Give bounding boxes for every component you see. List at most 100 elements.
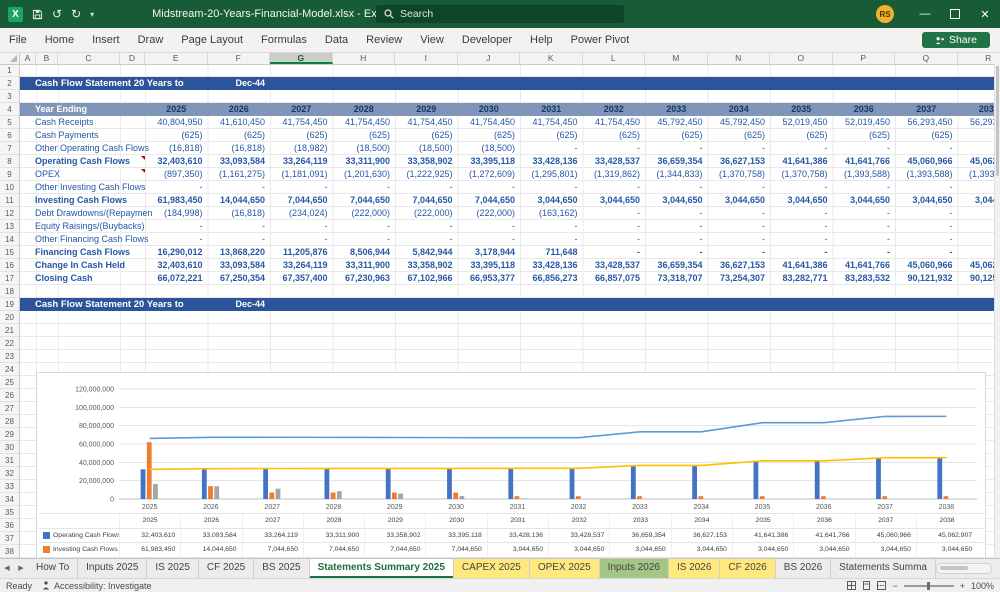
column-header-e[interactable]: E — [145, 52, 208, 64]
year-cell-2030[interactable]: 2030 — [458, 103, 521, 116]
cell[interactable]: - — [708, 233, 771, 246]
cell[interactable]: 41,641,386 — [770, 259, 833, 272]
cell[interactable]: 11,205,876 — [270, 246, 333, 259]
cell[interactable]: - — [208, 220, 271, 233]
cell[interactable]: 3,044,650 — [520, 194, 583, 207]
cell[interactable]: - — [708, 246, 771, 259]
cell[interactable]: - — [583, 220, 646, 233]
cell[interactable]: (1,393,588) — [833, 168, 896, 181]
row-header-36[interactable]: 36 — [0, 519, 19, 532]
cell[interactable]: 16,290,012 — [145, 246, 208, 259]
cell[interactable]: 3,044,650 — [583, 194, 646, 207]
ribbon-tab-data[interactable]: Data — [316, 29, 357, 52]
cell[interactable]: (625) — [708, 129, 771, 142]
cell[interactable]: 33,093,584 — [208, 259, 271, 272]
excel-app-icon[interactable]: X — [8, 6, 23, 22]
row-label[interactable]: Other Financing Cash Flows — [35, 233, 149, 246]
ribbon-tab-page-layout[interactable]: Page Layout — [172, 29, 252, 52]
cell[interactable]: 66,953,377 — [458, 272, 521, 285]
sheet-tab-cf-2025[interactable]: CF 2025 — [199, 559, 255, 578]
row-header-26[interactable]: 26 — [0, 389, 19, 402]
cell[interactable]: 90,121,932 — [895, 272, 958, 285]
cell[interactable]: - — [583, 181, 646, 194]
cell[interactable]: (1,201,630) — [333, 168, 396, 181]
cell[interactable]: 33,358,902 — [395, 155, 458, 168]
cell[interactable]: 33,395,118 — [458, 259, 521, 272]
cell[interactable]: - — [645, 246, 708, 259]
row-header-3[interactable]: 3 — [0, 90, 19, 103]
cell[interactable]: - — [583, 142, 646, 155]
cell[interactable]: 36,659,354 — [645, 155, 708, 168]
cell[interactable]: (222,000) — [395, 207, 458, 220]
row-header-28[interactable]: 28 — [0, 415, 19, 428]
row-header-31[interactable]: 31 — [0, 454, 19, 467]
cell[interactable]: (897,350) — [145, 168, 208, 181]
row-header-19[interactable]: 19 — [0, 298, 19, 311]
row-header-13[interactable]: 13 — [0, 220, 19, 233]
cell[interactable]: - — [270, 220, 333, 233]
row-label[interactable]: Investing Cash Flows — [35, 194, 127, 207]
cell[interactable]: 66,072,221 — [145, 272, 208, 285]
cell[interactable]: (1,181,091) — [270, 168, 333, 181]
cell[interactable]: (234,024) — [270, 207, 333, 220]
cell[interactable]: - — [895, 181, 958, 194]
row-header-32[interactable]: 32 — [0, 467, 19, 480]
zoom-in-icon[interactable]: + — [960, 581, 965, 591]
cell[interactable]: - — [645, 207, 708, 220]
cell[interactable]: 3,178,944 — [458, 246, 521, 259]
year-cell-2036[interactable]: 2036 — [833, 103, 896, 116]
row-header-8[interactable]: 8 — [0, 155, 19, 168]
cell[interactable]: (1,370,758) — [708, 168, 771, 181]
cell[interactable]: 41,754,450 — [333, 116, 396, 129]
ribbon-tab-draw[interactable]: Draw — [129, 29, 173, 52]
row-header-38[interactable]: 38 — [0, 545, 19, 558]
row-header-12[interactable]: 12 — [0, 207, 19, 220]
year-cell-2032[interactable]: 2032 — [583, 103, 646, 116]
cell[interactable]: (16,818) — [145, 142, 208, 155]
section-header-band-top[interactable]: Cash Flow Statement 20 Years to Dec-44 — [20, 77, 994, 90]
row-header-15[interactable]: 15 — [0, 246, 19, 259]
sheet-nav-right-icon[interactable]: ▶ — [14, 559, 28, 578]
cell[interactable]: 52,019,450 — [770, 116, 833, 129]
row-header-33[interactable]: 33 — [0, 480, 19, 493]
cell[interactable]: 14,044,650 — [208, 194, 271, 207]
cell[interactable]: 33,264,119 — [270, 155, 333, 168]
cell[interactable]: 33,428,136 — [520, 259, 583, 272]
cell[interactable]: - — [583, 207, 646, 220]
cell[interactable]: 56,293,450 — [895, 116, 958, 129]
cell[interactable]: 36,627,153 — [708, 155, 771, 168]
row-header-27[interactable]: 27 — [0, 402, 19, 415]
cell[interactable]: (222,000) — [458, 207, 521, 220]
cell[interactable]: (184,998) — [145, 207, 208, 220]
row-header-9[interactable]: 9 — [0, 168, 19, 181]
cell[interactable]: 41,754,450 — [270, 116, 333, 129]
cell[interactable]: - — [145, 220, 208, 233]
row-header-5[interactable]: 5 — [0, 116, 19, 129]
row-header-6[interactable]: 6 — [0, 129, 19, 142]
cell[interactable]: 45,792,450 — [708, 116, 771, 129]
year-cell-2031[interactable]: 2031 — [520, 103, 583, 116]
cell[interactable]: (163,162) — [520, 207, 583, 220]
row-header-17[interactable]: 17 — [0, 272, 19, 285]
cell[interactable]: - — [770, 207, 833, 220]
share-button[interactable]: Share — [921, 32, 990, 48]
cell[interactable]: - — [833, 207, 896, 220]
cell[interactable]: - — [520, 181, 583, 194]
cell[interactable]: (1,393,588) — [895, 168, 958, 181]
cell[interactable]: 33,428,537 — [583, 259, 646, 272]
ribbon-tab-formulas[interactable]: Formulas — [252, 29, 316, 52]
column-header-h[interactable]: H — [333, 52, 395, 64]
row-header-1[interactable]: 1 — [0, 64, 19, 77]
cell[interactable]: 40,804,950 — [145, 116, 208, 129]
cell[interactable]: (625) — [145, 129, 208, 142]
row-header-10[interactable]: 10 — [0, 181, 19, 194]
cell[interactable]: 32,403,610 — [145, 259, 208, 272]
customize-toolbar-caret-icon[interactable]: ▾ — [90, 10, 94, 19]
row-label[interactable]: Equity Raisings/(Buybacks) — [35, 220, 145, 233]
cell[interactable]: - — [708, 207, 771, 220]
cell[interactable]: (1,161,275) — [208, 168, 271, 181]
year-cell-2035[interactable]: 2035 — [770, 103, 833, 116]
ribbon-tab-file[interactable]: File — [0, 29, 36, 52]
cell[interactable]: - — [208, 181, 271, 194]
cell[interactable]: (625) — [645, 129, 708, 142]
